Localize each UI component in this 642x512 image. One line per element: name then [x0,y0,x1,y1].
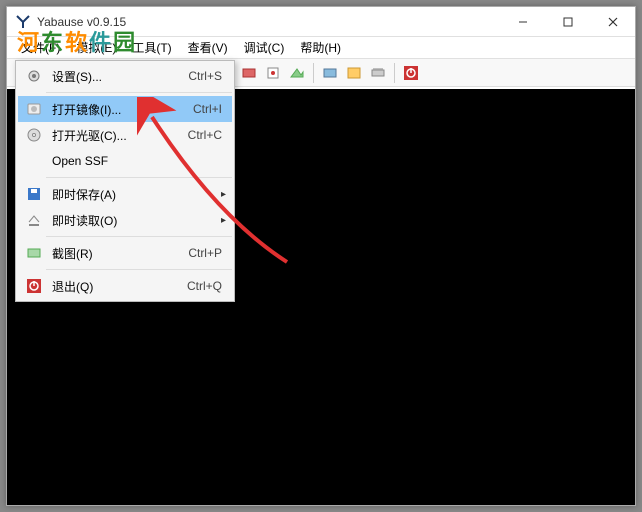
vdp2-icon[interactable] [343,62,365,84]
menu-open-cdrom[interactable]: 打开光驱(C)... Ctrl+C [18,122,232,148]
maximize-button[interactable] [545,8,590,36]
menu-open-image[interactable]: 打开镜像(I)... Ctrl+I [18,96,232,122]
memory-icon[interactable] [367,62,389,84]
chevron-right-icon: ▸ [218,215,226,226]
menu-separator [46,92,232,93]
menu-settings[interactable]: 设置(S)... Ctrl+S [18,63,232,89]
close-button[interactable] [590,8,635,36]
menu-quit[interactable]: 退出(Q) Ctrl+Q [18,273,232,299]
menu-file[interactable]: 文件(F) [13,37,68,58]
menu-separator [46,236,232,237]
menu-help[interactable]: 帮助(H) [292,37,349,58]
file-menu-dropdown: 设置(S)... Ctrl+S 打开镜像(I)... Ctrl+I 打开光驱(C… [15,60,235,302]
menubar: 文件(F) 模拟(E) 工具(T) 查看(V) 调试(C) 帮助(H) [7,37,635,59]
menu-view[interactable]: 查看(V) [180,37,236,58]
menu-emulation[interactable]: 模拟(E) [68,37,124,58]
toolbar-separator [394,63,395,83]
cd-icon [24,125,44,145]
load-icon [24,210,44,230]
save-icon [24,184,44,204]
toolbar-separator [313,63,314,83]
layer-icon[interactable] [286,62,308,84]
app-icon [15,14,31,30]
menu-load-state[interactable]: 即时读取(O) ▸ [18,207,232,233]
sync-icon[interactable] [262,62,284,84]
minimize-button[interactable] [500,8,545,36]
app-window: Yabause v0.9.15 文件(F) 模拟(E) 工具(T) 查看(V) … [6,6,636,506]
menu-debug[interactable]: 调试(C) [236,37,293,58]
frameskip-icon[interactable] [238,62,260,84]
titlebar: Yabause v0.9.15 [7,7,635,37]
screenshot-icon [24,243,44,263]
menu-tools[interactable]: 工具(T) [124,37,179,58]
gear-icon [24,66,44,86]
menu-separator [46,269,232,270]
window-controls [500,8,635,36]
menu-open-ssf[interactable]: Open SSF [18,148,232,174]
window-title: Yabause v0.9.15 [37,15,500,29]
menu-save-state[interactable]: 即时保存(A) ▸ [18,181,232,207]
chevron-right-icon: ▸ [218,189,226,200]
power-icon [24,276,44,296]
power-icon[interactable] [400,62,422,84]
vdp1-icon[interactable] [319,62,341,84]
menu-screenshot[interactable]: 截图(R) Ctrl+P [18,240,232,266]
disc-image-icon [24,99,44,119]
menu-separator [46,177,232,178]
